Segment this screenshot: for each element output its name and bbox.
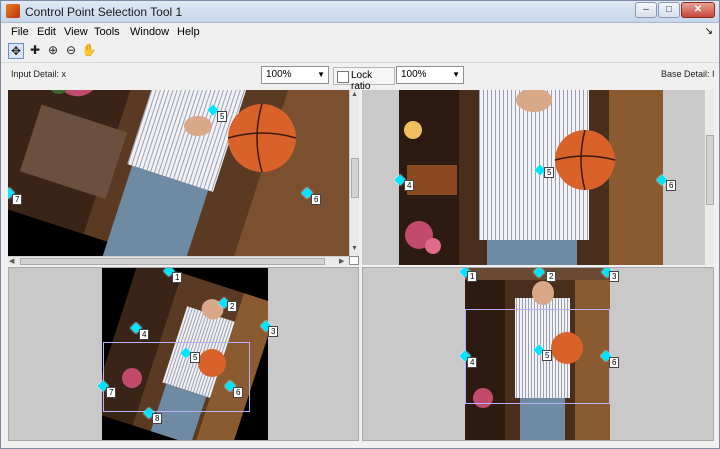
pan-hand-icon[interactable]: ✋ (81, 43, 97, 59)
control-point-label: 3 (609, 271, 620, 282)
window-title: Control Point Selection Tool 1 (25, 5, 183, 19)
input-detail-panel[interactable]: 5 6 7 ▲ ▼ ◀ ▶ (8, 90, 359, 265)
control-point-label: 4 (467, 357, 478, 368)
chevron-down-icon: ▼ (452, 70, 460, 79)
input-detail-image (8, 90, 349, 256)
zoom-out-icon[interactable]: ⊖ (63, 43, 79, 59)
scroll-up-icon[interactable]: ▲ (351, 91, 358, 98)
input-detail-vscroll[interactable]: ▲ ▼ (349, 90, 359, 256)
base-detail-region[interactable] (465, 309, 610, 404)
input-detail-hscroll[interactable]: ◀ ▶ (8, 256, 349, 265)
chevron-down-icon: ▼ (317, 70, 325, 79)
control-point-label: 5 (190, 352, 201, 363)
scroll-thumb[interactable] (351, 158, 359, 198)
control-point-label: 5 (542, 350, 553, 361)
control-point-window: Control Point Selection Tool 1 – □ ✕ Fil… (0, 0, 720, 449)
input-zoom-value: 100% (266, 69, 292, 80)
base-overview-panel[interactable]: 1 2 3 4 5 6 (362, 267, 714, 441)
base-zoom-select[interactable]: 100% ▼ (396, 66, 464, 84)
add-point-icon[interactable]: ✥ (8, 43, 24, 59)
control-point-label: 6 (609, 357, 620, 368)
base-detail-image (399, 90, 663, 265)
menu-file[interactable]: File (11, 26, 29, 38)
control-point-label: 3 (268, 326, 279, 337)
scroll-down-icon[interactable]: ▼ (351, 245, 358, 252)
menu-window[interactable]: Window (130, 26, 169, 38)
control-point-label: 4 (404, 180, 415, 191)
menu-help[interactable]: Help (177, 26, 200, 38)
detail-controls: Input Detail: x 100% ▼ Lock ratio 100% ▼… (1, 63, 719, 92)
dock-arrow-icon[interactable]: ↘ (705, 26, 713, 37)
input-detail-label: Input Detail: x (11, 69, 67, 79)
menu-view[interactable]: View (64, 26, 88, 38)
menu-bar: File Edit View Tools Window Help ↘ (1, 23, 719, 41)
input-zoom-select[interactable]: 100% ▼ (261, 66, 329, 84)
base-detail-vscroll[interactable] (704, 90, 714, 265)
control-point-label: 2 (227, 301, 238, 312)
control-point-label: 7 (106, 387, 117, 398)
input-detail-region[interactable] (103, 342, 250, 412)
zoom-in-icon[interactable]: ⊕ (45, 43, 61, 59)
control-point-label: 6 (666, 180, 677, 191)
control-point-label: 6 (233, 387, 244, 398)
input-overview-panel[interactable]: 1 2 3 4 5 6 7 8 (8, 267, 359, 441)
close-button[interactable]: ✕ (681, 2, 715, 18)
scroll-thumb[interactable] (20, 258, 325, 265)
minimize-button[interactable]: – (635, 2, 657, 18)
scroll-corner (349, 256, 359, 265)
scroll-left-icon[interactable]: ◀ (9, 257, 14, 265)
base-detail-label: Base Detail: I (661, 69, 715, 79)
maximize-button[interactable]: □ (658, 2, 680, 18)
control-point-label: 6 (311, 194, 322, 205)
lock-ratio-label: Lock ratio (351, 70, 373, 92)
control-point-label: 4 (139, 329, 150, 340)
matlab-icon (6, 4, 20, 18)
base-zoom-value: 100% (401, 69, 427, 80)
scroll-right-icon[interactable]: ▶ (339, 257, 344, 265)
control-point-label: 5 (217, 111, 228, 122)
control-point-label: 5 (544, 167, 555, 178)
lock-ratio-toggle[interactable]: Lock ratio (333, 67, 395, 92)
add-predict-point-icon[interactable]: ✚ (27, 43, 43, 59)
control-point-label: 1 (172, 272, 183, 283)
base-detail-panel[interactable]: 4 5 6 (362, 90, 714, 265)
lock-ratio-checkbox[interactable] (337, 71, 349, 83)
control-point-label: 1 (467, 271, 478, 282)
control-point-label: 8 (152, 413, 163, 424)
scroll-thumb[interactable] (706, 135, 714, 205)
control-point-label: 7 (12, 194, 23, 205)
menu-edit[interactable]: Edit (37, 26, 56, 38)
title-bar[interactable]: Control Point Selection Tool 1 – □ ✕ (1, 1, 719, 23)
control-point-label: 2 (546, 271, 557, 282)
toolbar: ✥ ✚ ⊕ ⊖ ✋ (1, 42, 719, 63)
menu-tools[interactable]: Tools (94, 26, 120, 38)
